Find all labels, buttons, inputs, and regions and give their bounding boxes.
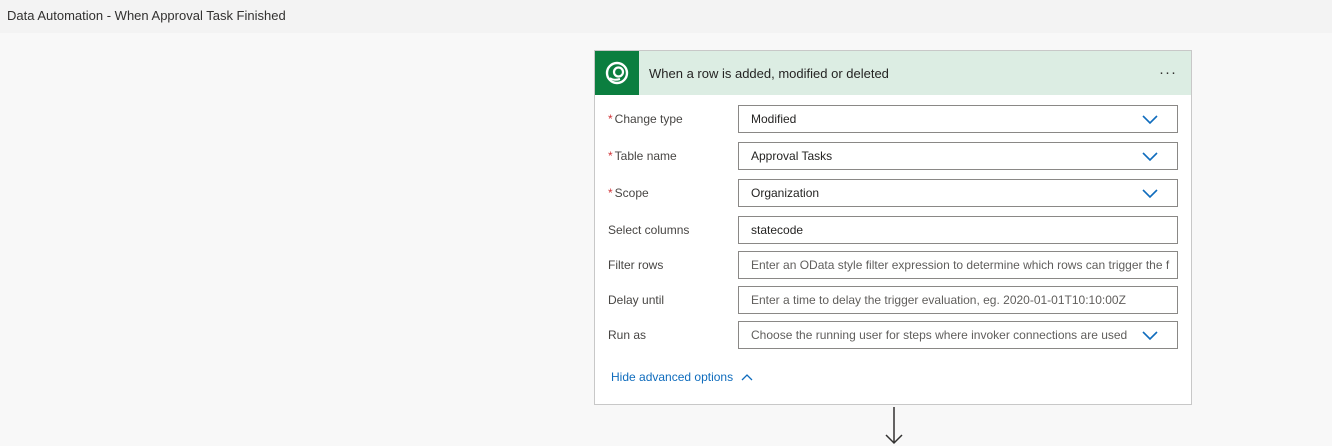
trigger-card: When a row is added, modified or deleted…: [594, 50, 1192, 405]
select-columns-input[interactable]: statecode: [738, 216, 1178, 244]
field-row-filter-rows: Filter rows Enter an OData style filter …: [595, 251, 1191, 281]
scope-label: * Scope: [608, 186, 649, 200]
trigger-card-header[interactable]: When a row is added, modified or deleted…: [595, 51, 1191, 95]
dataverse-icon: [595, 51, 639, 95]
table-name-label: * Table name: [608, 149, 677, 163]
table-name-dropdown[interactable]: Approval Tasks: [738, 142, 1178, 170]
page-title: Data Automation - When Approval Task Fin…: [7, 8, 286, 23]
table-name-value: Approval Tasks: [751, 149, 833, 163]
chevron-up-icon: [741, 374, 753, 381]
delay-until-label: Delay until: [608, 293, 665, 307]
chevron-down-icon: [1142, 152, 1158, 162]
arrow-down-icon: [885, 407, 903, 445]
run-as-label: Run as: [608, 328, 647, 342]
trigger-title: When a row is added, modified or deleted: [649, 66, 889, 81]
field-row-run-as: Run as Choose the running user for steps…: [595, 321, 1191, 351]
scope-value: Organization: [751, 186, 820, 200]
filter-rows-input[interactable]: Enter an OData style filter expression t…: [738, 251, 1178, 279]
filter-rows-placeholder: Enter an OData style filter expression t…: [751, 258, 1170, 272]
filter-rows-label: Filter rows: [608, 258, 664, 272]
required-marker: *: [608, 112, 613, 126]
delay-until-input[interactable]: Enter a time to delay the trigger evalua…: [738, 286, 1178, 314]
more-options-button[interactable]: ···: [1155, 61, 1181, 83]
change-type-value: Modified: [751, 112, 797, 126]
required-marker: *: [608, 186, 613, 200]
delay-until-placeholder: Enter a time to delay the trigger evalua…: [751, 293, 1126, 307]
field-row-change-type: * Change type Modified: [595, 105, 1191, 135]
advanced-link-label: Hide advanced options: [611, 370, 734, 384]
top-bar: Data Automation - When Approval Task Fin…: [0, 0, 1332, 33]
chevron-down-icon: [1142, 189, 1158, 199]
hide-advanced-options-link[interactable]: Hide advanced options: [611, 370, 753, 384]
field-row-table-name: * Table name Approval Tasks: [595, 142, 1191, 172]
select-columns-value: statecode: [751, 223, 804, 237]
required-marker: *: [608, 149, 613, 163]
field-row-select-columns: Select columns statecode: [595, 216, 1191, 246]
run-as-dropdown[interactable]: Choose the running user for steps where …: [738, 321, 1178, 349]
field-row-scope: * Scope Organization: [595, 179, 1191, 209]
change-type-label: * Change type: [608, 112, 683, 126]
chevron-down-icon: [1142, 115, 1158, 125]
run-as-placeholder: Choose the running user for steps where …: [751, 328, 1128, 342]
field-row-delay-until: Delay until Enter a time to delay the tr…: [595, 286, 1191, 316]
change-type-dropdown[interactable]: Modified: [738, 105, 1178, 133]
scope-dropdown[interactable]: Organization: [738, 179, 1178, 207]
chevron-down-icon: [1142, 331, 1158, 341]
select-columns-label: Select columns: [608, 223, 690, 237]
